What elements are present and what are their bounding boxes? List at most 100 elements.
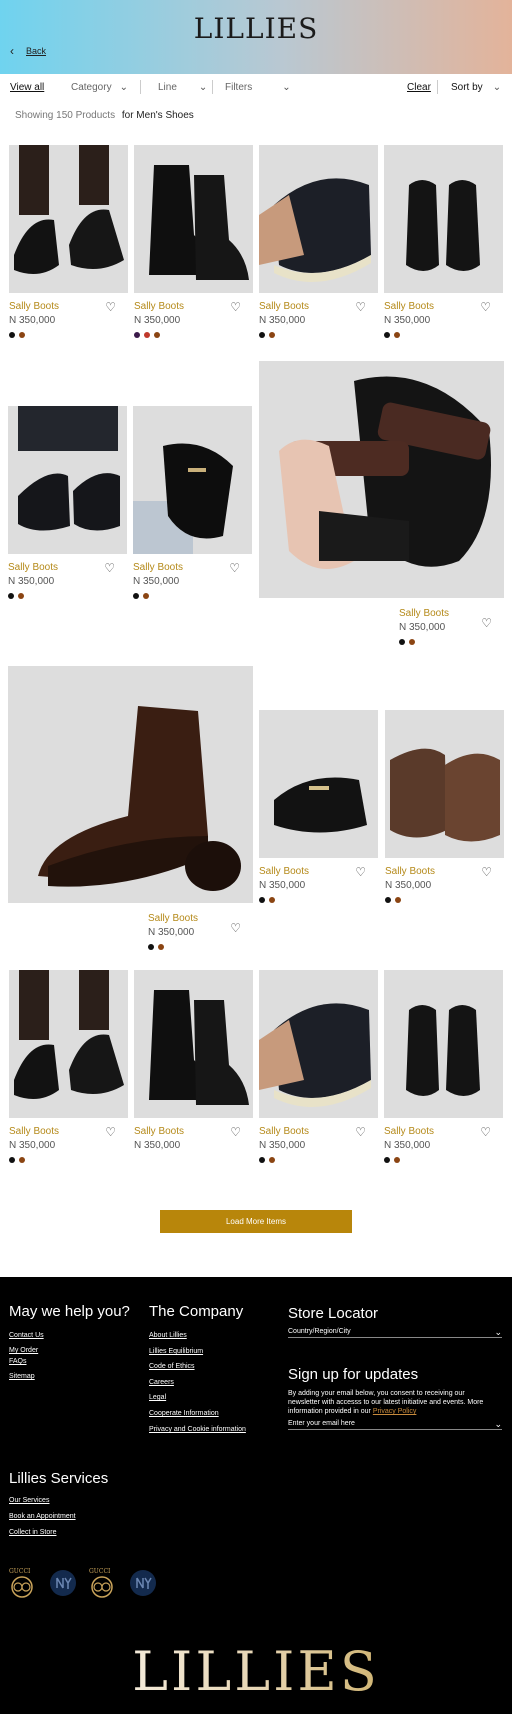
product-card[interactable]: Sally Boots ♡ N 350,000 [384, 145, 503, 338]
footer-link[interactable]: Sitemap [9, 1373, 35, 1380]
swatch-brown[interactable] [18, 593, 24, 599]
heart-icon[interactable]: ♡ [105, 1125, 116, 1139]
product-card[interactable]: Sally Boots ♡ N 350,000 [9, 145, 128, 338]
sort-by-dropdown[interactable]: Sort by ⌄ [451, 82, 501, 93]
product-image[interactable] [259, 145, 378, 293]
footer-link[interactable]: About Lillies [149, 1332, 187, 1339]
product-image[interactable] [134, 145, 253, 293]
line-dropdown[interactable]: Line ⌄ [158, 82, 207, 93]
product-card[interactable]: Sally Boots ♡ N 350,000 [134, 145, 253, 338]
email-field[interactable]: Enter your email here ⌄ [288, 1419, 502, 1430]
store-locator-select[interactable]: Country/Region/City ⌄ [288, 1327, 502, 1338]
footer-link[interactable]: Cooperate Information [149, 1410, 219, 1417]
swatch-black[interactable] [259, 332, 265, 338]
swatch-brown[interactable] [409, 639, 415, 645]
filters-dropdown[interactable]: Filters ⌄ [225, 82, 291, 93]
heart-icon[interactable]: ♡ [481, 616, 492, 630]
product-card[interactable]: Sally Boots ♡ N 350,000 [259, 970, 378, 1163]
product-card[interactable]: Sally Boots ♡ N 350,000 [134, 970, 253, 1151]
heart-icon[interactable]: ♡ [230, 1125, 241, 1139]
product-image[interactable] [259, 970, 378, 1118]
heart-icon[interactable]: ♡ [481, 865, 492, 879]
swatch-black[interactable] [384, 1157, 390, 1163]
product-name[interactable]: Sally Boots [259, 608, 504, 619]
product-image[interactable] [8, 666, 253, 903]
product-card[interactable]: Sally Boots ♡ N 350,000 [259, 145, 378, 338]
product-card[interactable]: Sally Boots ♡ N 350,000 [133, 406, 252, 599]
product-image[interactable] [9, 145, 128, 293]
heart-icon[interactable]: ♡ [355, 300, 366, 314]
heart-icon[interactable]: ♡ [480, 1125, 491, 1139]
product-card[interactable]: Sally Boots ♡ N 350,000 [9, 970, 128, 1163]
swatch-purple[interactable] [134, 332, 140, 338]
heart-icon[interactable]: ♡ [355, 865, 366, 879]
product-card[interactable]: Sally Boots ♡ N 350,000 [259, 710, 378, 903]
swatch-brown[interactable] [154, 332, 160, 338]
product-image[interactable] [259, 361, 504, 598]
product-image[interactable] [8, 406, 127, 554]
product-image[interactable] [385, 710, 504, 858]
heart-icon[interactable]: ♡ [229, 561, 240, 575]
swatch-black[interactable] [259, 897, 265, 903]
swatch-black[interactable] [399, 639, 405, 645]
heart-icon[interactable]: ♡ [230, 921, 241, 935]
swatch-black[interactable] [9, 332, 15, 338]
swatch-black[interactable] [133, 593, 139, 599]
category-dropdown[interactable]: Category ⌄ [71, 82, 128, 93]
swatch-brown[interactable] [143, 593, 149, 599]
swatch-brown[interactable] [395, 897, 401, 903]
footer-link[interactable]: My Order [9, 1347, 38, 1354]
footer-link[interactable]: Book an Appointment [9, 1513, 76, 1520]
signup-title: Sign up for updates [288, 1366, 419, 1383]
swatch-brown[interactable] [269, 897, 275, 903]
swatch-black[interactable] [259, 1157, 265, 1163]
swatch-black[interactable] [385, 897, 391, 903]
heart-icon[interactable]: ♡ [480, 300, 491, 314]
product-card[interactable]: Sally Boots ♡ N 350,000 [8, 406, 127, 599]
product-image[interactable] [9, 970, 128, 1118]
swatch-brown[interactable] [19, 1157, 25, 1163]
product-name[interactable]: Sally Boots [8, 913, 253, 924]
swatch-black[interactable] [148, 944, 154, 950]
swatch-brown[interactable] [394, 332, 400, 338]
footer-link[interactable]: Code of Ethics [149, 1363, 195, 1370]
product-card[interactable]: Sally Boots ♡ N 350,000 [384, 970, 503, 1163]
footer-link[interactable]: Collect in Store [9, 1529, 56, 1536]
site-logo[interactable]: LILLIES [0, 12, 512, 45]
chevron-down-icon: ⌄ [494, 1327, 502, 1337]
product-image[interactable] [133, 406, 252, 554]
footer-link[interactable]: Careers [149, 1379, 174, 1386]
swatch-black[interactable] [8, 593, 14, 599]
view-all-link[interactable]: View all [10, 82, 44, 93]
footer-link[interactable]: FAQs [9, 1358, 27, 1365]
footer-link[interactable]: Our Services [9, 1497, 49, 1504]
clear-button[interactable]: Clear [407, 82, 431, 93]
product-card-featured[interactable]: Sally Boots ♡ N 350,000 [8, 666, 253, 950]
product-image[interactable] [134, 970, 253, 1118]
product-image[interactable] [384, 145, 503, 293]
privacy-policy-link[interactable]: Privacy Policy [373, 1408, 417, 1415]
heart-icon[interactable]: ♡ [355, 1125, 366, 1139]
footer-link[interactable]: Contact Us [9, 1332, 44, 1339]
swatch-black[interactable] [9, 1157, 15, 1163]
swatch-brown[interactable] [158, 944, 164, 950]
swatch-brown[interactable] [269, 1157, 275, 1163]
product-image[interactable] [384, 970, 503, 1118]
swatch-brown[interactable] [19, 332, 25, 338]
footer-link[interactable]: Privacy and Cookie information [149, 1426, 246, 1433]
load-more-button[interactable]: Load More Items [160, 1210, 352, 1233]
swatch-black[interactable] [384, 332, 390, 338]
back-link[interactable]: ‹ Back [10, 44, 46, 58]
heart-icon[interactable]: ♡ [104, 561, 115, 575]
product-image[interactable] [259, 710, 378, 858]
heart-icon[interactable]: ♡ [230, 300, 241, 314]
footer-link[interactable]: Legal [149, 1394, 166, 1401]
swatch-brown[interactable] [394, 1157, 400, 1163]
footer-link[interactable]: Lillies Equilibrium [149, 1348, 203, 1355]
chevron-down-icon: ⌄ [492, 82, 502, 93]
heart-icon[interactable]: ♡ [105, 300, 116, 314]
product-card-featured[interactable]: Sally Boots ♡ N 350,000 [259, 361, 504, 645]
swatch-brown[interactable] [269, 332, 275, 338]
swatch-red[interactable] [144, 332, 150, 338]
product-card[interactable]: Sally Boots ♡ N 350,000 [385, 710, 504, 903]
